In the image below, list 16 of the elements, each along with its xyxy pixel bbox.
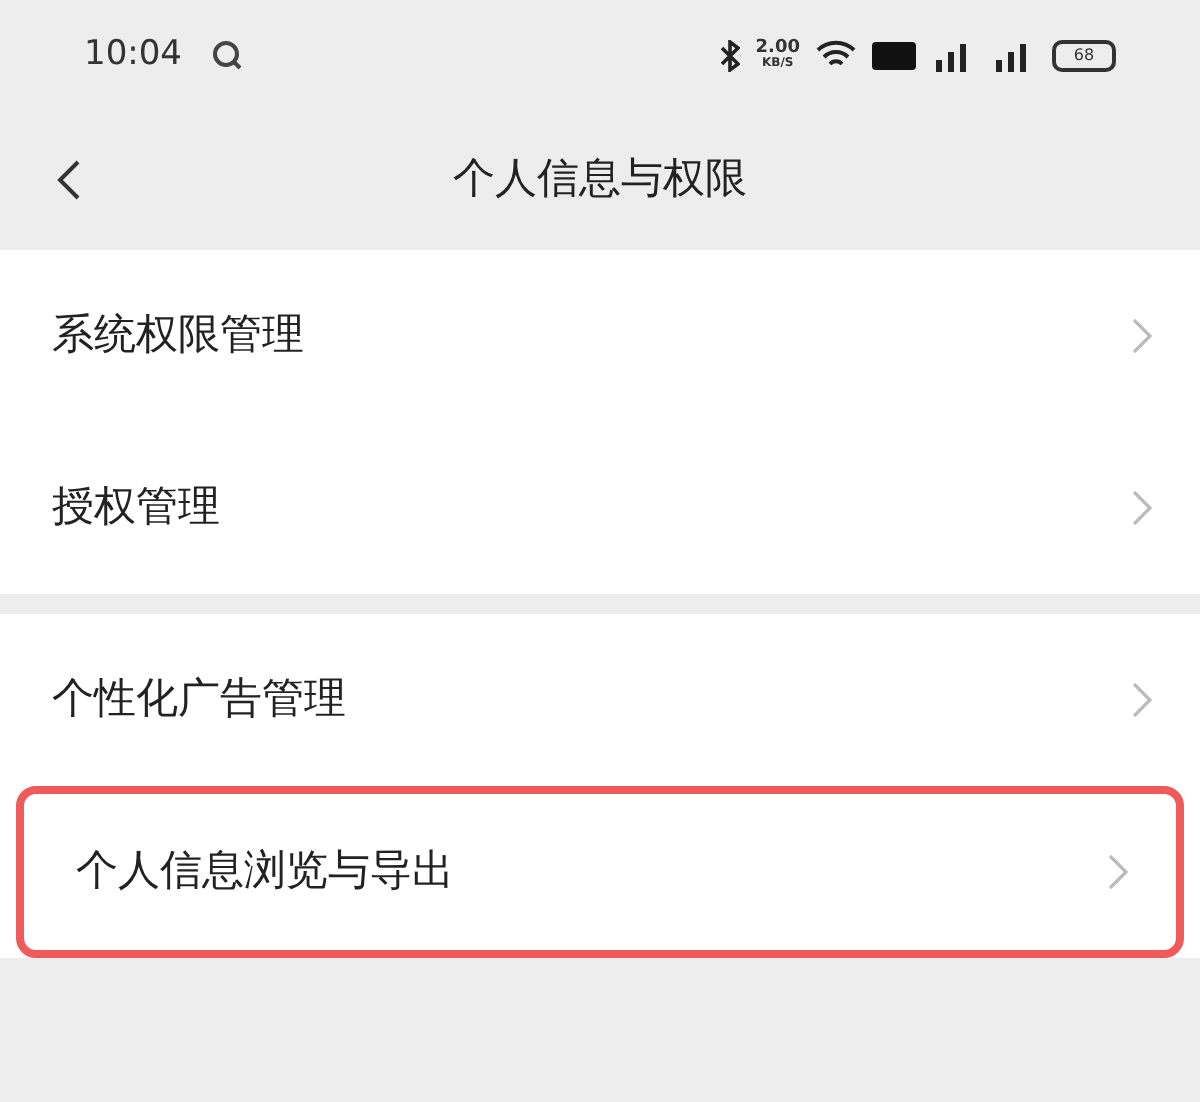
page-title: 个人信息与权限	[453, 152, 747, 207]
settings-item[interactable]: 个性化广告管理	[0, 614, 1200, 786]
search-icon	[210, 37, 246, 73]
chevron-right-icon	[1132, 490, 1152, 526]
settings-item[interactable]: 个人信息浏览与导出	[16, 786, 1184, 958]
battery-indicator: 68	[1052, 39, 1116, 71]
wifi-icon	[816, 39, 856, 71]
settings-item[interactable]: 授权管理	[0, 422, 1200, 594]
chevron-right-icon	[1108, 854, 1128, 890]
network-speed: 2.00	[755, 40, 800, 58]
chevron-right-icon	[1132, 682, 1152, 718]
bluetooth-icon	[719, 39, 740, 71]
status-time: 10:04	[84, 31, 182, 78]
chevron-right-icon	[1132, 318, 1152, 354]
settings-item[interactable]: 系统权限管理	[0, 250, 1200, 422]
hd-icon	[872, 41, 916, 69]
